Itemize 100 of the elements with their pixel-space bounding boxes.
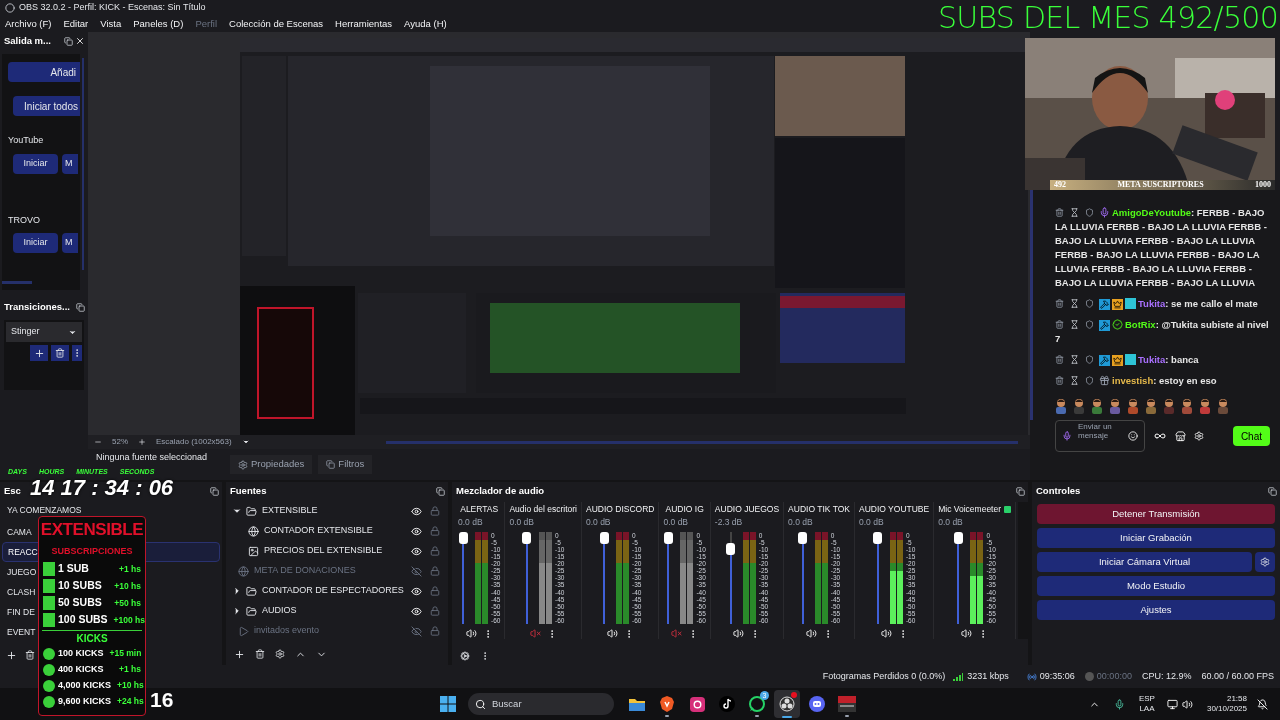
menu-item[interactable]: Herramientas [335, 16, 393, 32]
transition-select[interactable]: Stinger [6, 322, 82, 342]
timeout-icon[interactable] [1070, 320, 1079, 329]
volume-icon[interactable] [1181, 698, 1193, 710]
expand-icon[interactable] [232, 586, 242, 596]
lock-icon[interactable] [430, 526, 440, 536]
volume-slider[interactable] [725, 532, 736, 624]
menu-button[interactable]: M [62, 153, 78, 174]
language-indicator[interactable]: ESP LAA [1138, 694, 1155, 714]
lock-icon[interactable] [430, 546, 440, 556]
search-box[interactable]: Buscar [468, 693, 614, 715]
scene-item[interactable]: EVENT [7, 625, 36, 639]
ban-icon[interactable] [1085, 320, 1094, 329]
ban-icon[interactable] [1085, 208, 1094, 217]
ban-icon[interactable] [1085, 355, 1094, 364]
lock-icon[interactable] [430, 626, 440, 636]
notifications-icon[interactable] [1257, 698, 1268, 710]
folder-icon[interactable] [629, 697, 645, 711]
scene-item[interactable]: CLASH [7, 585, 36, 599]
menu-item[interactable]: Paneles (D) [133, 16, 184, 32]
mixer-app-icon[interactable] [838, 696, 856, 712]
network-icon[interactable] [1166, 698, 1178, 710]
brave-icon[interactable] [660, 696, 674, 712]
expand-icon[interactable] [232, 506, 242, 516]
search-field[interactable]: Buscar [492, 696, 592, 712]
message-input[interactable]: Enviar un mensaje [1078, 422, 1122, 450]
zoom-in-icon[interactable] [138, 438, 146, 446]
more-icon[interactable] [72, 345, 82, 361]
float-icon[interactable] [210, 486, 219, 496]
zoom-out-icon[interactable] [94, 438, 102, 446]
delete-icon[interactable] [1055, 320, 1064, 329]
settings-icon[interactable] [275, 649, 285, 659]
speaker-icon[interactable] [465, 628, 477, 639]
visibility-icon[interactable] [411, 585, 422, 597]
speaker-icon[interactable] [805, 628, 817, 639]
speaker-icon[interactable] [606, 628, 618, 639]
scene-item[interactable]: CAMA [7, 525, 32, 539]
scene-item[interactable]: REACC [8, 545, 38, 559]
add-icon[interactable] [6, 649, 17, 661]
points-icon[interactable] [1153, 430, 1167, 442]
check-icon[interactable] [1004, 505, 1012, 513]
tiktok-icon[interactable] [719, 696, 735, 712]
mic-icon[interactable] [1062, 431, 1072, 441]
scene-item[interactable]: JUEGO [7, 565, 37, 579]
float-icon[interactable] [436, 486, 445, 496]
start-button[interactable]: Iniciar [13, 153, 58, 174]
menu-item[interactable]: Ayuda (H) [404, 16, 447, 32]
visibility-icon[interactable] [411, 605, 422, 617]
mic-icon[interactable] [1113, 698, 1125, 710]
start-menu-icon[interactable] [440, 696, 456, 712]
settings-icon[interactable] [1255, 552, 1275, 572]
clock[interactable]: 21:58 30/10/2025 [1206, 694, 1247, 714]
volume-slider[interactable] [797, 532, 808, 624]
float-icon[interactable] [64, 36, 73, 46]
menu-item[interactable]: Editar [63, 16, 89, 32]
visibility-icon[interactable] [411, 545, 422, 557]
lock-icon[interactable] [430, 606, 440, 616]
add-icon[interactable] [30, 345, 48, 361]
obs-icon[interactable] [779, 696, 795, 712]
emoji-icon[interactable] [1128, 431, 1138, 441]
speaker-icon[interactable] [880, 628, 892, 639]
add-icon[interactable] [234, 648, 245, 660]
source-item[interactable]: invitados evento [226, 621, 448, 641]
control-button[interactable]: Ajustes [1037, 600, 1275, 620]
taskbar-button[interactable] [774, 690, 800, 718]
expand-icon[interactable] [232, 606, 242, 616]
control-button[interactable]: Detener Transmisión [1037, 504, 1275, 524]
source-item[interactable]: CONTADOR EXTENSIBLE [226, 521, 448, 541]
settings-icon[interactable] [460, 651, 470, 661]
lock-icon[interactable] [430, 506, 440, 516]
start-button[interactable]: Iniciar [13, 233, 58, 253]
source-item[interactable]: PRECIOS DEL EXTENSIBLE [226, 541, 448, 561]
timeout-icon[interactable] [1070, 355, 1079, 364]
menu-item[interactable]: Vista [100, 16, 122, 32]
lock-icon[interactable] [430, 566, 440, 576]
trash-icon[interactable] [255, 649, 265, 659]
volume-slider[interactable] [663, 532, 674, 624]
scrollbar[interactable] [385, 440, 1018, 444]
delete-icon[interactable] [1055, 299, 1064, 308]
message-box[interactable]: Enviar un mensaje [1055, 420, 1145, 452]
float-icon[interactable] [76, 302, 85, 312]
menu-item[interactable]: Colección de Escenas [229, 16, 324, 32]
dropdown-icon[interactable] [241, 438, 250, 446]
trash-icon[interactable] [51, 345, 69, 361]
source-item[interactable]: EXTENSIBLE [226, 501, 448, 521]
whatsapp-icon[interactable] [749, 696, 765, 712]
control-button[interactable]: Iniciar Grabación [1037, 528, 1275, 548]
volume-slider[interactable] [522, 532, 532, 624]
trash-icon[interactable] [25, 650, 35, 660]
volume-slider[interactable] [872, 532, 883, 624]
volume-slider[interactable] [599, 532, 609, 624]
delete-icon[interactable] [1055, 208, 1064, 217]
source-item[interactable]: CONTADOR DE ESPECTADORES [226, 581, 448, 601]
lock-icon[interactable] [430, 586, 440, 596]
timeout-icon[interactable] [1070, 299, 1079, 308]
timeout-icon[interactable] [1070, 376, 1079, 385]
ban-icon[interactable] [1085, 299, 1094, 308]
scene-item[interactable]: YA COMENZAMOS [7, 504, 82, 517]
speaker-icon[interactable] [961, 628, 973, 639]
visibility-icon[interactable] [411, 525, 422, 537]
